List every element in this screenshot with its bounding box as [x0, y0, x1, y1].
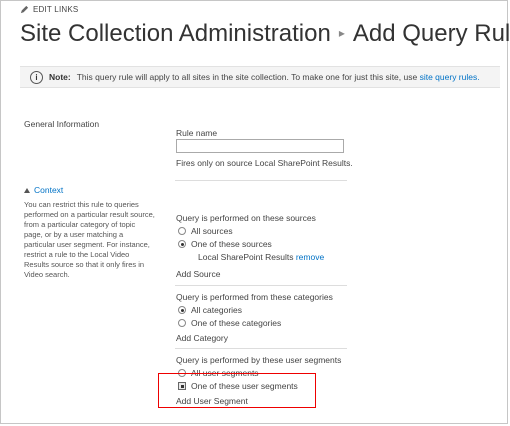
- radio-label: One of these categories: [191, 318, 282, 328]
- note-text: This query rule will apply to all sites …: [76, 72, 418, 82]
- radio-label: One of these sources: [191, 239, 272, 249]
- categories-label: Query is performed from these categories: [176, 292, 333, 302]
- page-title: Site Collection Administration ▸ Add Query…: [20, 20, 510, 48]
- edit-links-label[interactable]: EDIT LINKS: [33, 5, 78, 14]
- source-item: Local SharePoint Results remove: [198, 252, 324, 262]
- radio-circle-icon[interactable]: [178, 319, 186, 327]
- radio-all-categories[interactable]: All categories: [178, 305, 242, 315]
- radio-selected-icon[interactable]: [178, 240, 186, 248]
- rule-name-input[interactable]: [176, 139, 344, 153]
- source-item-name: Local SharePoint Results: [198, 252, 294, 262]
- rule-name-label: Rule name: [176, 128, 218, 138]
- radio-one-of-these-categories[interactable]: One of these categories: [178, 318, 281, 328]
- highlight-box: [158, 373, 316, 408]
- radio-label: All sources: [191, 226, 233, 236]
- divider: [175, 180, 347, 181]
- general-information-heading: General Information: [24, 119, 100, 129]
- note-bar: i Note: This query rule will apply to al…: [20, 66, 500, 88]
- divider: [175, 285, 347, 286]
- context-toggle[interactable]: Context: [24, 185, 63, 195]
- edit-links[interactable]: EDIT LINKS: [20, 5, 78, 14]
- divider: [175, 348, 347, 349]
- radio-circle-icon[interactable]: [178, 227, 186, 235]
- add-source-link[interactable]: Add Source: [176, 269, 220, 279]
- remove-source-link[interactable]: remove: [296, 252, 324, 262]
- info-icon: i: [30, 70, 43, 84]
- fires-only-text: Fires only on source Local SharePoint Re…: [176, 158, 353, 168]
- radio-all-sources[interactable]: All sources: [178, 226, 233, 236]
- collapse-triangle-icon: [24, 187, 30, 193]
- add-category-link[interactable]: Add Category: [176, 333, 228, 343]
- sources-label: Query is performed on these sources: [176, 213, 316, 223]
- breadcrumb-site-collection[interactable]: Site Collection Administration: [20, 20, 331, 47]
- radio-one-of-these-sources[interactable]: One of these sources: [178, 239, 272, 249]
- radio-label: All categories: [191, 305, 243, 315]
- site-query-rules-link[interactable]: site query rules.: [420, 72, 480, 82]
- user-segments-label: Query is performed by these user segment…: [176, 355, 342, 365]
- note-label: Note:: [49, 72, 71, 82]
- breadcrumb-current: Add Query Rule: [352, 20, 510, 47]
- pencil-icon: [20, 5, 29, 14]
- breadcrumb-separator-icon: ▸: [338, 26, 345, 40]
- context-description: You can restrict this rule to queries pe…: [24, 200, 155, 279]
- radio-selected-icon[interactable]: [178, 306, 186, 314]
- context-heading[interactable]: Context: [34, 185, 63, 195]
